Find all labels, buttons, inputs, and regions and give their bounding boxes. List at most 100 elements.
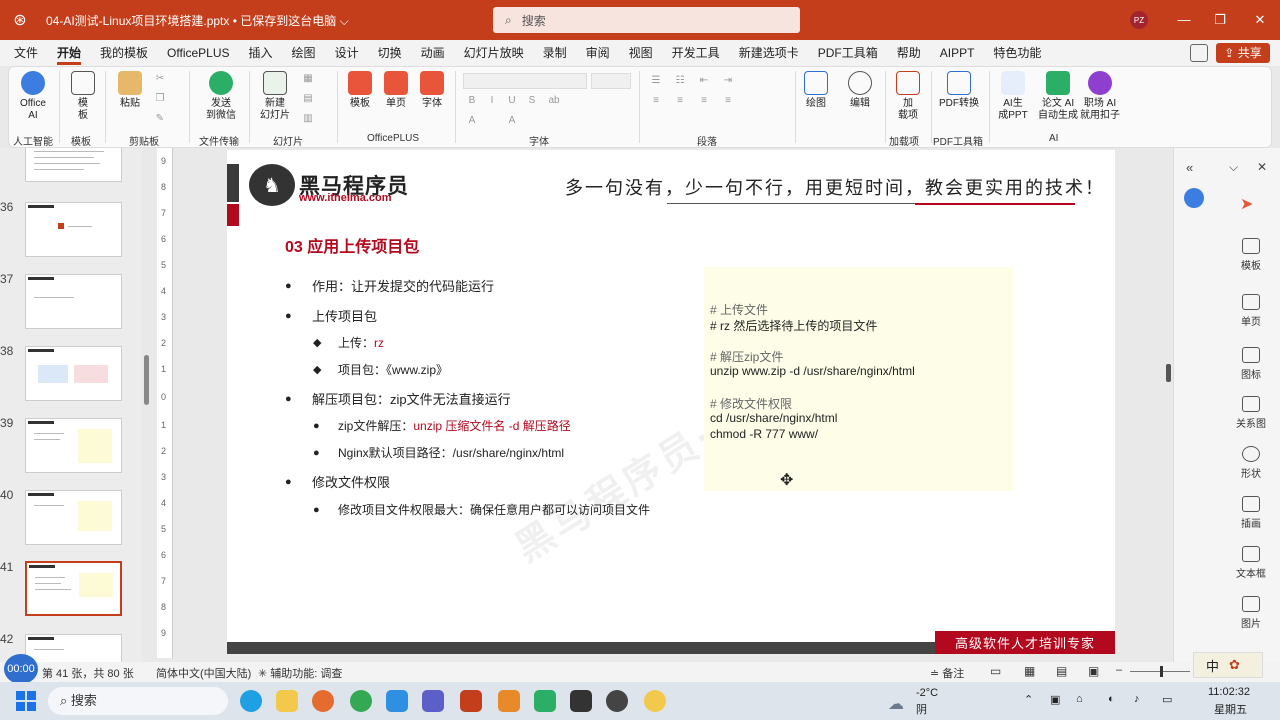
tab-record[interactable]: 录制 xyxy=(543,40,567,66)
tab-officeplus[interactable]: OfficePLUS xyxy=(167,40,229,66)
thumbnail-scrollbar[interactable] xyxy=(144,355,149,405)
zoom-slider-thumb[interactable] xyxy=(1160,666,1163,677)
side-item-textbox[interactable]: 文本框 xyxy=(1236,546,1266,580)
numbering-icon[interactable]: ☷ xyxy=(673,75,687,87)
font-name-select[interactable] xyxy=(463,73,587,89)
share-button[interactable]: ⇪ 共享 xyxy=(1216,43,1270,63)
side-item-icon[interactable]: 图标 xyxy=(1236,347,1266,381)
officeplus-logo-icon[interactable]: ➤ xyxy=(1240,194,1253,214)
restore-icon[interactable]: ❐ xyxy=(1210,10,1230,30)
bullet-item[interactable]: ● 修改文件权限 xyxy=(285,472,390,491)
template-button[interactable]: 模 板 xyxy=(69,71,97,122)
app-icon[interactable] xyxy=(644,690,666,712)
highlight-icon[interactable]: A xyxy=(505,115,519,127)
send-to-wechat-button[interactable]: 发送 到微信 xyxy=(201,71,241,122)
section-icon[interactable]: ▥ xyxy=(301,113,315,125)
side-item-shape[interactable]: 形状 xyxy=(1236,446,1266,480)
volume-icon[interactable]: ♪ xyxy=(1134,693,1140,705)
paper-ai-button[interactable]: 论文 AI 自动生成 xyxy=(1035,71,1081,122)
char-spacing-icon[interactable]: ab xyxy=(547,95,561,107)
align-left-icon[interactable]: ≡ xyxy=(649,95,663,107)
bullet-item[interactable]: ● 解压项目包：zip文件无法直接运行 xyxy=(285,389,511,408)
avatar[interactable]: PZ xyxy=(1130,11,1148,29)
tab-view[interactable]: 视图 xyxy=(629,40,653,66)
clock-day[interactable]: 星期五 xyxy=(1214,701,1247,717)
tab-review[interactable]: 审阅 xyxy=(586,40,610,66)
slide-canvas[interactable]: ♞ 黑马程序员 www.itheima.com 多一句没有，少一句不行，用更短时… xyxy=(227,150,1115,654)
tray-app-icon[interactable]: ▣ xyxy=(1050,693,1060,706)
app-icon[interactable] xyxy=(606,690,628,712)
zoom-out-icon[interactable]: – xyxy=(1116,664,1122,676)
bullet-item[interactable]: ● Nginx默认项目路径：/usr/share/nginx/html xyxy=(313,444,564,461)
ai-icon[interactable] xyxy=(1184,188,1204,208)
new-slide-button[interactable]: 新建 幻灯片 xyxy=(255,71,295,122)
office-ai-button[interactable]: Office AI xyxy=(15,71,51,122)
slide-counter[interactable]: 第 41 张，共 80 张 xyxy=(42,665,134,681)
font-color-icon[interactable]: A xyxy=(465,115,479,127)
tray-app-icon[interactable]: ◐ xyxy=(1108,693,1115,705)
weather-temp[interactable]: -2°C xyxy=(916,687,938,699)
side-item-picture[interactable]: 图片 xyxy=(1236,596,1266,630)
tray-chevron-icon[interactable]: ⌃ xyxy=(1024,693,1033,706)
officeplus-template-button[interactable]: 模板 xyxy=(345,71,375,110)
increase-indent-icon[interactable]: ⇥ xyxy=(721,75,735,87)
side-item-single-page[interactable]: 单页 xyxy=(1236,294,1266,328)
font-button[interactable]: 字体 xyxy=(417,71,447,110)
side-item-diagram[interactable]: 关系图 xyxy=(1236,396,1266,430)
chrome-icon[interactable] xyxy=(350,690,372,712)
draw-button[interactable]: 绘图 xyxy=(801,71,831,110)
taskbar-search[interactable]: ⌕ 搜索 xyxy=(48,687,228,715)
thumbnail-38[interactable] xyxy=(25,346,122,401)
reset-icon[interactable]: ▤ xyxy=(301,93,315,105)
close-icon[interactable]: ✕ xyxy=(1257,160,1267,174)
bullet-item[interactable]: ● 上传项目包 xyxy=(285,306,377,325)
app-icon[interactable] xyxy=(386,690,408,712)
cut-icon[interactable]: ✂ xyxy=(153,73,167,85)
thumbnail-42[interactable] xyxy=(25,634,122,662)
decrease-indent-icon[interactable]: ⇤ xyxy=(697,75,711,87)
tab-features[interactable]: 特色功能 xyxy=(993,40,1041,66)
network-icon[interactable]: ⌂ xyxy=(1076,693,1083,705)
collapse-icon[interactable]: « xyxy=(1186,160,1193,175)
normal-view-icon[interactable]: ▭ xyxy=(990,664,1001,678)
tab-new-tab[interactable]: 新建选项卡 xyxy=(739,40,799,66)
chevron-down-icon[interactable]: ⌵ xyxy=(1229,160,1238,175)
tab-animations[interactable]: 动画 xyxy=(421,40,445,66)
tab-pdf-tools[interactable]: PDF工具箱 xyxy=(818,40,878,66)
underline-icon[interactable]: U xyxy=(505,95,519,107)
strikethrough-icon[interactable]: S xyxy=(525,95,539,107)
tab-transitions[interactable]: 切换 xyxy=(378,40,402,66)
career-ai-button[interactable]: 职场 AI 就用扣子 xyxy=(1077,71,1123,122)
app-icon[interactable] xyxy=(534,690,556,712)
language-indicator[interactable]: 简体中文(中国大陆) xyxy=(156,665,251,681)
tab-my-templates[interactable]: 我的模板 xyxy=(100,40,148,66)
ai-ppt-button[interactable]: AI生 成PPT xyxy=(995,71,1031,122)
close-icon[interactable]: ✕ xyxy=(1250,10,1270,30)
code-box[interactable]: # 上传文件 # rz 然后选择待上传的项目文件 # 解压zip文件 unzip… xyxy=(704,267,1013,491)
copy-icon[interactable]: ❐ xyxy=(153,93,167,105)
windows-start-icon[interactable] xyxy=(16,691,36,711)
accessibility-status[interactable]: ✳ 辅助功能: 调查 xyxy=(258,665,342,681)
slide-title[interactable]: 03 应用上传项目包 xyxy=(285,233,419,257)
tab-insert[interactable]: 插入 xyxy=(249,40,273,66)
bullet-item[interactable]: ◆ 上传： rz xyxy=(313,334,384,351)
side-item-template[interactable]: 模板 xyxy=(1236,238,1266,272)
minimize-icon[interactable]: — xyxy=(1174,10,1194,30)
terminal-icon[interactable] xyxy=(570,690,592,712)
tab-design[interactable]: 设计 xyxy=(335,40,359,66)
layout-icon[interactable]: ▦ xyxy=(301,73,315,85)
bullet-item[interactable]: ● 修改项目文件权限最大：确保任意用户都可以访问项目文件 xyxy=(313,501,650,518)
format-painter-icon[interactable]: ✎ xyxy=(153,113,167,125)
tab-slideshow[interactable]: 幻灯片放映 xyxy=(464,40,524,66)
tab-developer[interactable]: 开发工具 xyxy=(672,40,720,66)
edge-icon[interactable] xyxy=(240,690,262,712)
bullet-item[interactable]: ● zip文件解压： unzip 压缩文件名 -d 解压路径 xyxy=(313,417,571,434)
italic-icon[interactable]: I xyxy=(485,95,499,107)
notes-button[interactable]: ≐ 备注 xyxy=(930,665,964,681)
app-icon[interactable] xyxy=(422,690,444,712)
file-explorer-icon[interactable] xyxy=(276,690,298,712)
weather-desc[interactable]: 阴 xyxy=(916,701,927,717)
thumbnail-36[interactable] xyxy=(25,202,122,257)
side-item-illustration[interactable]: 插画 xyxy=(1236,496,1266,530)
comment-icon[interactable] xyxy=(1190,44,1208,62)
